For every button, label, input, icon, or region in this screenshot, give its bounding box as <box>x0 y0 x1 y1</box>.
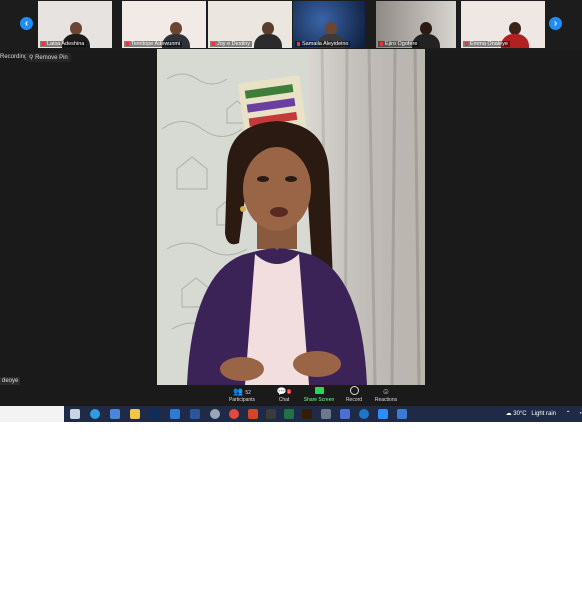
calculator-icon[interactable] <box>266 409 276 419</box>
participant-tile[interactable]: Ejiro Ogofere <box>376 1 456 48</box>
powerpoint-icon[interactable] <box>248 409 258 419</box>
weather-icon: ☁ <box>505 411 512 417</box>
chat-badge: 1 <box>286 389 292 394</box>
participant-tile[interactable]: Temitope Adewunmi <box>122 1 206 48</box>
settings-icon[interactable] <box>210 409 220 419</box>
calculator-app-icon[interactable] <box>321 409 331 419</box>
participant-name: Joy e Destiny <box>210 41 253 47</box>
participants-button[interactable]: 👥 52 Participants <box>222 386 262 404</box>
chat-app-icon[interactable] <box>340 409 350 419</box>
media-player-icon[interactable] <box>397 409 407 419</box>
zoom-window: ‹ › Laisa Adeshina Temitope Adewunmi Joy… <box>0 0 582 406</box>
network-icon[interactable]: ◔ <box>578 411 582 417</box>
zoom-app-icon[interactable] <box>378 409 388 419</box>
participant-tile[interactable]: Laisa Adeshina <box>38 1 112 48</box>
participant-avatar <box>254 22 282 48</box>
weather-condition: Light rain <box>531 411 556 417</box>
word-icon[interactable] <box>190 409 200 419</box>
recording-indicator: Recording <box>0 54 28 60</box>
participant-tile[interactable]: Joy e Destiny <box>208 1 292 48</box>
store-icon[interactable] <box>110 409 120 419</box>
illustrator-icon[interactable] <box>302 409 312 419</box>
participant-tile[interactable]: Emma Onaleye <box>461 1 545 48</box>
gallery-strip: ‹ › Laisa Adeshina Temitope Adewunmi Joy… <box>0 0 582 50</box>
remove-pin-button[interactable]: ⚲ Remove Pin <box>26 53 71 62</box>
speaker-video-frame <box>157 49 425 385</box>
prev-page-button[interactable]: ‹ <box>20 17 33 30</box>
share-screen-icon <box>314 387 324 394</box>
reactions-icon: ☺ <box>381 387 391 396</box>
participant-name: Ejiro Ogofere <box>378 41 420 47</box>
participant-name: Laisa Adeshina <box>40 41 87 47</box>
reactions-button[interactable]: ☺ Reactions <box>366 386 406 404</box>
share-screen-button[interactable]: Share Screen <box>299 386 339 404</box>
photoshop-icon[interactable] <box>150 409 160 419</box>
chat-button[interactable]: 💬1 Chat <box>264 386 304 404</box>
windows-taskbar: ☁ 30°C Light rain ⌃ ◔ <box>0 406 582 422</box>
meeting-toolbar: 👥 52 Participants 💬1 Chat Share Screen R… <box>0 386 582 406</box>
participant-tile[interactable]: Samaila Aleyideino <box>293 1 365 48</box>
next-page-button[interactable]: › <box>549 17 562 30</box>
edge-icon[interactable] <box>90 409 100 419</box>
task-view-icon[interactable] <box>70 409 80 419</box>
participant-name: Samaila Aleyideino <box>295 41 351 47</box>
file-explorer-icon[interactable] <box>130 409 140 419</box>
record-icon <box>349 386 359 395</box>
weather-temperature: 30°C <box>513 411 527 417</box>
taskbar-search-box[interactable] <box>0 406 64 422</box>
participants-icon: 👥 <box>233 387 244 396</box>
pinned-video <box>157 49 425 385</box>
participant-name: Emma Onaleye <box>463 41 510 47</box>
mail-icon[interactable] <box>170 409 180 419</box>
tray-expand-icon[interactable]: ⌃ <box>566 411 571 417</box>
excel-icon[interactable] <box>284 409 294 419</box>
chrome-icon[interactable] <box>229 409 239 419</box>
participant-name: Temitope Adewunmi <box>124 41 183 47</box>
system-tray: ☁ 30°C Light rain ⌃ ◔ <box>506 406 582 422</box>
self-view-name: deoye <box>0 377 21 385</box>
edge-dev-icon[interactable] <box>359 409 369 419</box>
chat-icon: 💬 <box>276 387 287 396</box>
